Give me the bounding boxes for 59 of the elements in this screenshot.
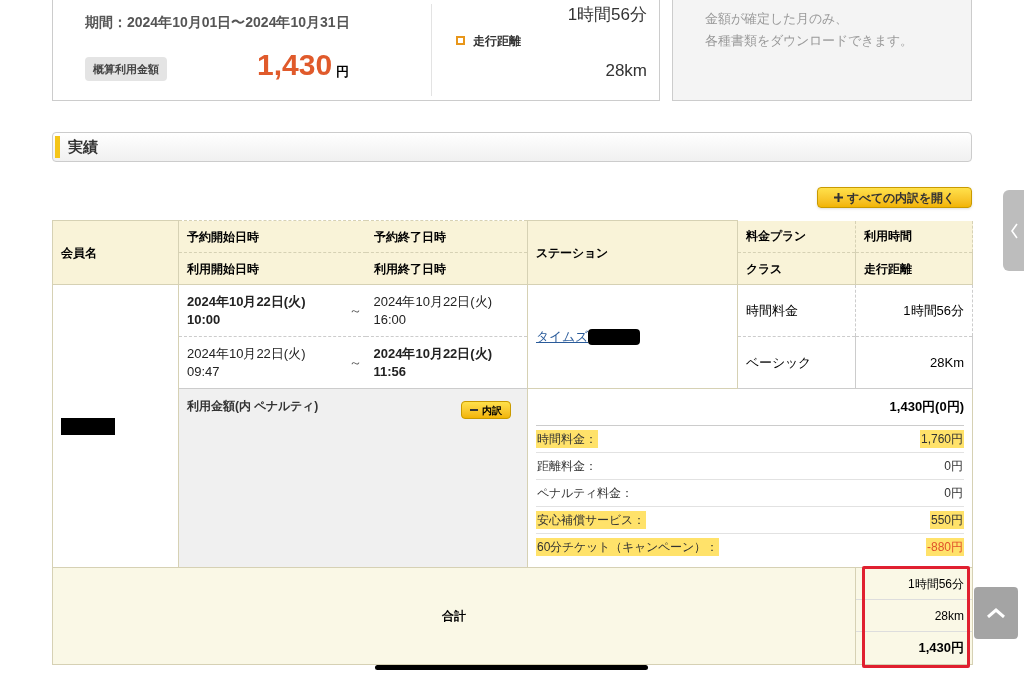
notice-text: 金額が確定した月のみ、	[705, 10, 849, 28]
amount-unit: 円	[336, 62, 350, 81]
scroll-top-button[interactable]	[974, 587, 1018, 639]
header-cell: 会員名	[52, 220, 179, 285]
notice-text: 各種書類をダウンロードできます。	[705, 32, 914, 50]
fee-item-value: 550円	[929, 510, 964, 529]
total-amount: 1,430円	[917, 639, 965, 658]
amount-value: 1,430	[257, 49, 333, 81]
date-text: 2024年10月22日(火) 16:00	[373, 292, 492, 329]
fee-item-label: 距離料金：	[536, 457, 598, 475]
table-cell: ベーシック	[737, 336, 856, 389]
tilde-separator: ～	[348, 301, 362, 320]
fee-item-value: -880円	[925, 538, 964, 556]
fee-item-label: 60分チケット（キャンペーン）：	[536, 538, 720, 556]
fee-item-label: 安心補償サービス：	[536, 510, 646, 529]
redaction-bar	[588, 328, 640, 345]
amount-label-tag: 概算利用金額	[85, 56, 167, 81]
usage-time-value: 1時間56分	[566, 4, 647, 26]
section-title: 実績	[68, 136, 98, 157]
square-icon	[456, 36, 465, 45]
header-cell: 利用開始日時	[178, 252, 366, 285]
header-cell: 利用終了日時	[365, 252, 528, 285]
header-cell: 料金プラン	[737, 220, 856, 253]
header-cell: 予約終了日時	[365, 220, 528, 253]
chevron-left-icon	[1009, 222, 1018, 239]
chevron-up-icon	[987, 608, 1005, 618]
side-panel-tab[interactable]	[1003, 190, 1024, 271]
period-text: 期間：2024年10月01日〜2024年10月31日	[85, 13, 351, 32]
total-usage-time: 1時間56分	[856, 568, 972, 600]
date-text: 2024年10月22日(火) 09:47	[187, 344, 306, 381]
fee-item-label: ペナルティ料金：	[536, 484, 634, 502]
fee-item-label: 時間料金：	[536, 429, 598, 448]
header-cell: 走行距離	[855, 252, 973, 285]
redaction-bar	[61, 417, 115, 435]
expand-all-button[interactable]: すべての内訳を開く	[817, 187, 972, 208]
fee-item-value: 1,760円	[919, 429, 964, 448]
header-cell: 利用時間	[855, 220, 973, 253]
total-distance: 28km	[856, 600, 972, 632]
plus-icon	[834, 193, 843, 202]
station-link[interactable]: タイムズ	[536, 326, 588, 347]
distance-label: 走行距離	[473, 32, 521, 50]
fee-total: 1,430円(0円)	[536, 389, 964, 426]
distance-value: 28km	[604, 59, 647, 82]
header-cell: クラス	[737, 252, 856, 285]
fee-item-value: 0円	[943, 457, 964, 475]
date-text: 2024年10月22日(火) 11:56	[373, 344, 492, 381]
date-text: 2024年10月22日(火) 10:00	[187, 292, 306, 329]
table-cell: 1時間56分	[855, 284, 973, 337]
fee-label: 利用金額(内 ペナルティ)	[187, 398, 319, 415]
table-cell: 28Km	[855, 336, 973, 389]
fee-item-value: 0円	[943, 484, 964, 502]
table-cell: 時間料金	[737, 284, 856, 337]
breakdown-button[interactable]: 内訳	[461, 401, 511, 419]
header-cell: ステーション	[527, 220, 738, 285]
total-label: 合計	[52, 567, 856, 665]
accent-bar	[55, 136, 60, 158]
header-cell: 予約開始日時	[178, 220, 366, 253]
minus-icon	[470, 409, 478, 411]
tilde-separator: ～	[348, 353, 362, 372]
